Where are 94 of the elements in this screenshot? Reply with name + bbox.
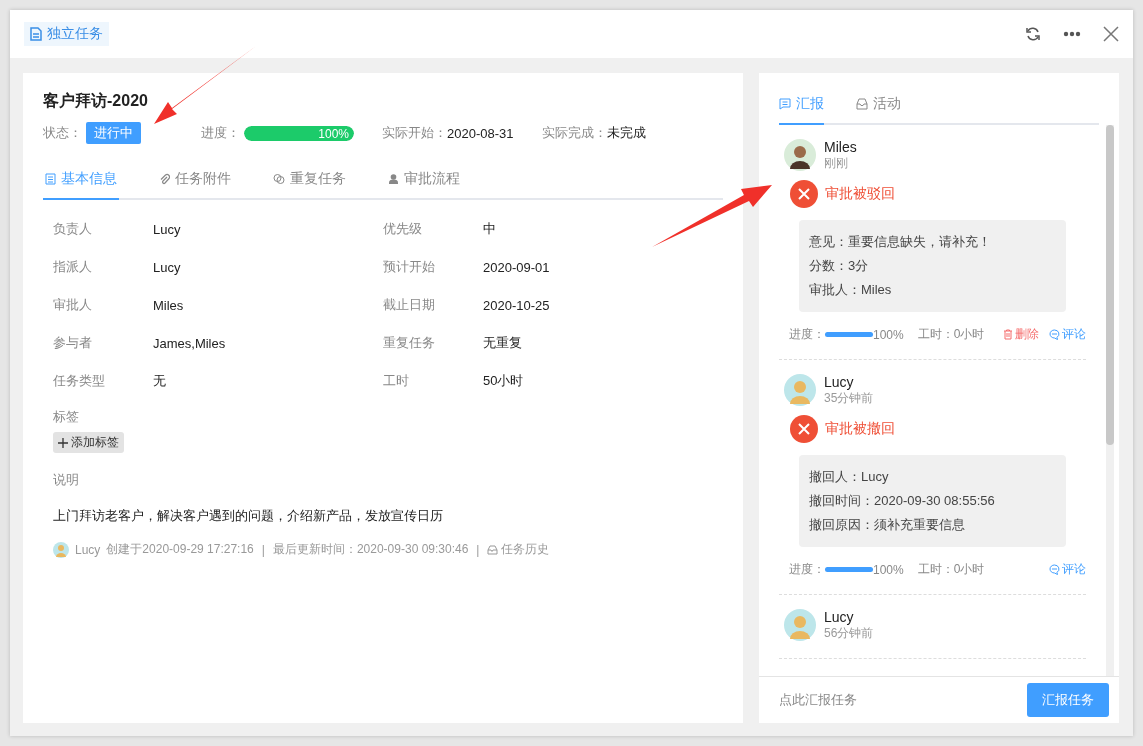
field-label: 参与者: [53, 334, 93, 352]
field-value: Lucy: [153, 259, 181, 275]
trash-icon: [1003, 329, 1013, 340]
work-hours: 工时：0小时: [917, 561, 985, 578]
field-label: 优先级: [383, 220, 423, 238]
comment-link[interactable]: 评论: [1049, 561, 1086, 578]
detail-line: 撤回原因：须补充重要信息: [809, 516, 966, 534]
document-icon: [30, 27, 42, 41]
meta-label: 实际开始：: [382, 124, 447, 142]
meta-label: 实际完成：: [541, 124, 607, 142]
field-label: 截止日期: [383, 296, 436, 314]
status-tag: 进行中: [86, 122, 141, 144]
detail-line: 撤回时间：2020-09-30 08:55:56: [809, 492, 996, 510]
more-icon[interactable]: [1063, 31, 1081, 37]
separator: |: [476, 542, 480, 557]
field-value: 2020-09-01: [483, 259, 550, 275]
created-time: 创建于2020-09-29 17:27:16: [106, 541, 254, 558]
refresh-icon[interactable]: [1025, 26, 1041, 42]
detail-line: 意见：重要信息缺失，请补充！: [809, 233, 992, 251]
progress-label: 进度：: [789, 561, 825, 578]
plus-icon: [58, 437, 68, 448]
person-icon: [388, 173, 399, 185]
user-name: Lucy: [824, 609, 855, 625]
field-label: 指派人: [53, 258, 93, 276]
field-value: 50小时: [483, 372, 524, 390]
cross-icon: [790, 180, 818, 208]
field-value: 无: [153, 372, 166, 390]
progress-reading: 100%: [318, 126, 349, 141]
field-label: 重复任务: [383, 334, 436, 352]
tab[interactable]: 重复任务: [271, 170, 348, 200]
report-time: 35分钟前: [824, 390, 874, 407]
work-hours: 工时：0小时: [917, 326, 985, 343]
description-label: 说明: [52, 471, 80, 489]
inbox-icon: [487, 544, 499, 555]
approval-status: 审批被驳回: [825, 185, 895, 203]
field-value: Lucy: [153, 221, 181, 237]
inbox-icon: [856, 98, 868, 110]
report-hint[interactable]: 点此汇报任务: [779, 691, 857, 709]
chat-icon: [779, 98, 791, 110]
report-time: 56分钟前: [824, 625, 874, 642]
comment-icon: [1049, 329, 1060, 340]
detail-line: 撤回人：Lucy: [809, 468, 890, 486]
creator-name: Lucy: [75, 542, 101, 557]
meta-value: 2020-08-31: [447, 125, 514, 141]
field-label: 负责人: [53, 220, 93, 238]
report-time: 刚刚: [824, 155, 849, 172]
field-label: 工时: [383, 372, 410, 390]
updated-time: 最后更新时间：2020-09-30 09:30:46: [272, 541, 469, 558]
progress-reading: 100%: [873, 562, 904, 577]
separator: |: [261, 542, 265, 557]
field-label: 任务类型: [53, 372, 106, 390]
description-text: 上门拜访老客户，解决客户遇到的问题，介绍新产品，发放宣传日历: [52, 507, 444, 525]
link-icon: [273, 173, 285, 185]
field-value: James,Miles: [153, 335, 226, 351]
close-icon[interactable]: [1103, 26, 1119, 42]
tab[interactable]: 审批流程: [386, 170, 462, 200]
detail-line: 审批人：Miles: [809, 281, 893, 299]
cross-icon: [790, 415, 818, 443]
approval-status: 审批被撤回: [825, 420, 895, 438]
delete-link[interactable]: 删除: [1003, 326, 1039, 343]
tab[interactable]: 任务附件: [157, 170, 233, 200]
scrollbar[interactable]: [1106, 125, 1114, 676]
tags-label: 标签: [52, 408, 80, 426]
report-button[interactable]: 汇报任务: [1027, 683, 1109, 717]
avatar-icon: [784, 139, 816, 171]
progress-reading: 100%: [873, 327, 904, 342]
field-value: 无重复: [483, 334, 522, 352]
document-icon: [45, 173, 56, 185]
status-label: 状态：: [43, 124, 82, 142]
comment-link[interactable]: 评论: [1049, 326, 1086, 343]
side-tab[interactable]: 汇报: [779, 91, 824, 125]
add-tag-button[interactable]: 添加标签: [53, 432, 124, 453]
field-label: 审批人: [53, 296, 93, 314]
user-name: Lucy: [824, 374, 855, 390]
progress-label: 进度：: [789, 326, 825, 343]
detail-line: 分数：3分: [809, 257, 870, 275]
avatar-icon: [53, 541, 69, 558]
badge-label: 独立任务: [47, 25, 103, 43]
task-title: 客户拜访-2020: [43, 91, 149, 111]
avatar-icon: [784, 374, 816, 406]
field-value: 2020-10-25: [483, 297, 550, 313]
user-name: Miles: [824, 139, 857, 155]
scrollbar-thumb[interactable]: [1106, 125, 1114, 445]
side-tab[interactable]: 活动: [856, 91, 901, 125]
field-value: 中: [483, 220, 496, 238]
avatar-icon: [784, 609, 816, 641]
comment-icon: [1049, 564, 1060, 575]
meta-value: 未完成: [606, 124, 646, 142]
field-label: 预计开始: [383, 258, 436, 276]
field-value: Miles: [153, 297, 184, 313]
paperclip-icon: [159, 173, 170, 185]
progress-label: 进度：: [201, 124, 240, 142]
task-history-link[interactable]: 任务历史: [487, 541, 550, 558]
tab[interactable]: 基本信息: [43, 170, 119, 200]
